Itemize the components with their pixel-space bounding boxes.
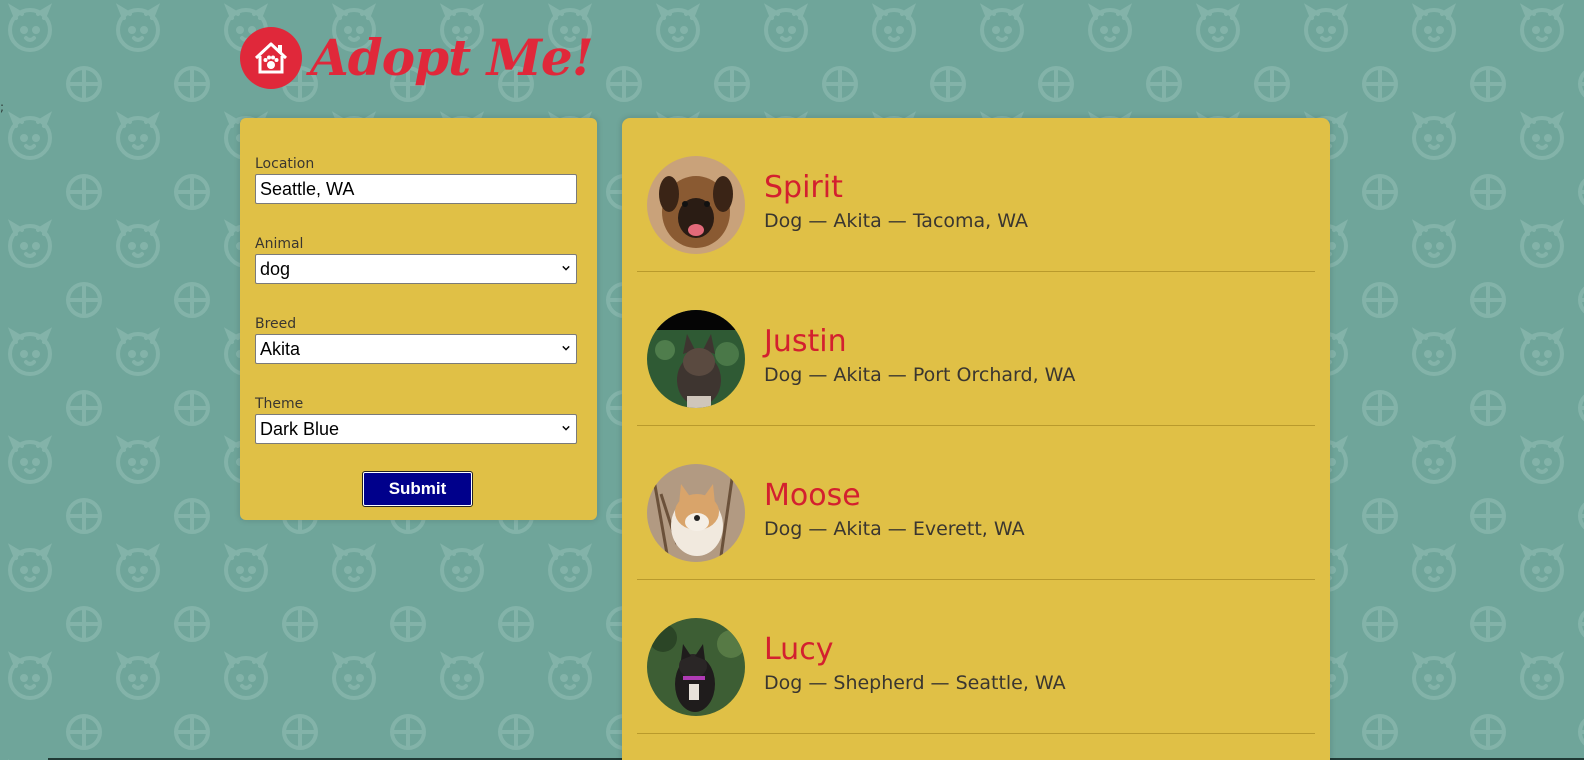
breed-select-value: Akita [260,339,301,359]
pet-photo [647,156,745,254]
pet-card-justin[interactable]: Justin Dog — Akita — Port Orchard, WA [637,272,1315,426]
location-field-group: Location Seattle, WA [255,156,577,204]
location-input[interactable]: Seattle, WA [255,174,577,204]
pet-card-lucy[interactable]: Lucy Dog — Shepherd — Seattle, WA [637,580,1315,734]
chevron-down-icon [562,425,570,431]
pet-name: Spirit [764,170,843,205]
animal-field-group: Animal dog [255,236,577,284]
pet-description: Dog — Shepherd — Seattle, WA [764,672,1066,694]
app-header: Adopt Me! [240,16,594,100]
pet-card-moose[interactable]: Moose Dog — Akita — Everett, WA [637,426,1315,580]
animal-select-value: dog [260,259,291,279]
theme-select-value: Dark Blue [260,419,340,439]
breed-field-group: Breed Akita [255,316,577,364]
submit-button[interactable]: Submit [362,471,473,507]
pet-description: Dog — Akita — Everett, WA [764,518,1025,540]
pet-photo [647,310,745,408]
theme-select[interactable]: Dark Blue [255,414,577,444]
chevron-down-icon [562,265,570,271]
pet-photo [647,618,745,716]
pet-info: Lucy Dog — Shepherd — Seattle, WA [764,632,1066,695]
pet-info: Justin Dog — Akita — Port Orchard, WA [764,324,1075,387]
pet-results-list: Spirit Dog — Akita — Tacoma, WA Justin D… [622,118,1330,760]
paw-house-logo-icon[interactable] [240,27,302,89]
animal-select[interactable]: dog [255,254,577,284]
pet-description: Dog — Akita — Tacoma, WA [764,210,1028,232]
chevron-down-icon [562,345,570,351]
pet-info: Moose Dog — Akita — Everett, WA [764,478,1025,541]
pet-name: Justin [764,324,847,359]
pet-description: Dog — Akita — Port Orchard, WA [764,364,1076,386]
theme-field-group: Theme Dark Blue [255,396,577,444]
location-label: Location [255,156,315,172]
theme-label: Theme [255,396,304,412]
pet-photo [647,464,745,562]
animal-label: Animal [255,236,304,252]
search-form: Location Seattle, WA Animal dog Breed Ak… [240,118,597,520]
app-title[interactable]: Adopt Me! [310,33,594,83]
pet-card-spirit[interactable]: Spirit Dog — Akita — Tacoma, WA [637,118,1315,272]
stray-text: ; [0,100,5,114]
pet-info: Spirit Dog — Akita — Tacoma, WA [764,170,1028,233]
breed-select[interactable]: Akita [255,334,577,364]
pet-name: Lucy [764,632,834,667]
pet-name: Moose [764,478,861,513]
breed-label: Breed [255,316,297,332]
